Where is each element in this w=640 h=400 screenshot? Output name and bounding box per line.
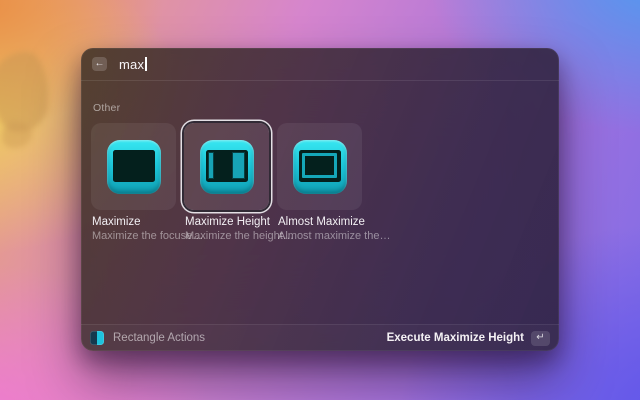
search-input[interactable]: max bbox=[119, 57, 147, 72]
search-bar: ← max bbox=[81, 48, 559, 81]
footer-bar: Rectangle Actions Execute Maximize Heigh… bbox=[81, 324, 559, 351]
maximize-height-icon bbox=[200, 140, 254, 194]
rectangle-actions-icon bbox=[90, 331, 104, 345]
window-inner-frame bbox=[302, 153, 337, 178]
enter-key-icon: ↵ bbox=[531, 331, 550, 346]
wallpaper-blob-small bbox=[2, 122, 32, 148]
extension-name-label: Rectangle Actions bbox=[113, 332, 205, 344]
result-cell-maximize: Maximize Maximize the focuse… bbox=[91, 123, 176, 242]
maximize-height-screen-glyph bbox=[206, 150, 248, 182]
almost-maximize-icon bbox=[293, 140, 347, 194]
primary-action-button[interactable]: Execute Maximize Height ↵ bbox=[387, 331, 550, 346]
desktop-wallpaper: ← max Other Maximize Maximize the focus bbox=[0, 0, 640, 400]
text-cursor bbox=[145, 57, 147, 71]
result-description: Maximize the height… bbox=[185, 230, 269, 242]
section-header: Other bbox=[93, 102, 549, 114]
maximize-icon bbox=[107, 140, 161, 194]
window-strip-left bbox=[208, 152, 214, 179]
result-description: Maximize the focuse… bbox=[92, 230, 176, 242]
window-strip-right bbox=[232, 152, 245, 179]
almost-maximize-screen-glyph bbox=[299, 150, 341, 182]
result-description: Almost maximize the… bbox=[278, 230, 362, 242]
result-tile-almost-maximize[interactable] bbox=[277, 123, 362, 210]
back-arrow-icon: ← bbox=[95, 59, 105, 69]
maximize-screen-glyph bbox=[113, 150, 155, 182]
results-area: Other Maximize Maximize the focuse… bbox=[81, 81, 559, 242]
result-tile-maximize-height[interactable] bbox=[184, 123, 269, 210]
result-cell-almost-maximize: Almost Maximize Almost maximize the… bbox=[277, 123, 362, 242]
command-palette-window: ← max Other Maximize Maximize the focus bbox=[81, 48, 559, 351]
result-cell-maximize-height: Maximize Height Maximize the height… bbox=[184, 123, 269, 242]
result-tile-maximize[interactable] bbox=[91, 123, 176, 210]
result-title: Almost Maximize bbox=[278, 216, 362, 228]
primary-action-label: Execute Maximize Height bbox=[387, 332, 524, 344]
back-button[interactable]: ← bbox=[92, 57, 107, 71]
search-query-text: max bbox=[119, 57, 144, 72]
result-title: Maximize bbox=[92, 216, 176, 228]
wallpaper-blob bbox=[0, 52, 48, 132]
results-grid: Maximize Maximize the focuse… Maximize H bbox=[91, 123, 549, 242]
result-title: Maximize Height bbox=[185, 216, 269, 228]
